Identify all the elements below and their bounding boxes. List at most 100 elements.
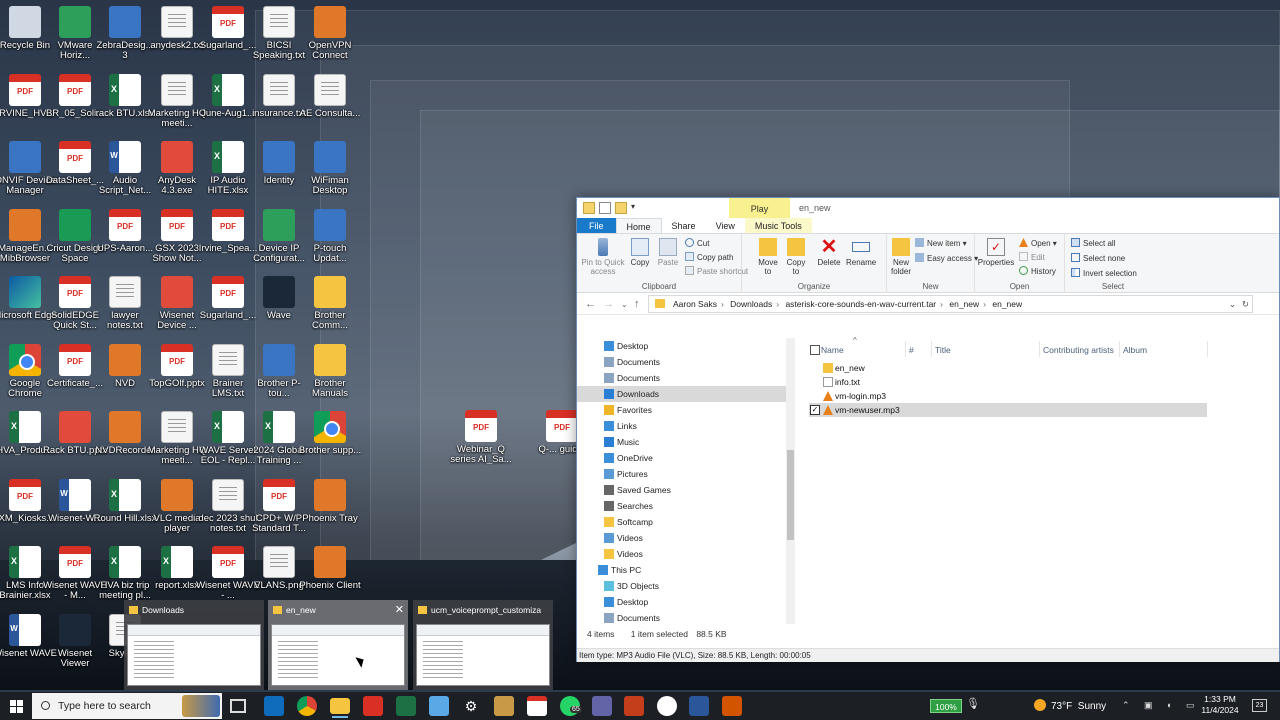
nav-item[interactable]: Saved Games bbox=[577, 482, 794, 498]
refresh-icon[interactable]: ↻ bbox=[1242, 296, 1249, 312]
powerpoint-icon[interactable] bbox=[624, 696, 644, 716]
new-folder-button[interactable]: New folder bbox=[889, 238, 913, 276]
nav-item[interactable]: OneDrive bbox=[577, 450, 794, 466]
photos-icon[interactable] bbox=[494, 696, 514, 716]
file-row[interactable]: vm-login.mp3 bbox=[809, 389, 1207, 403]
open-button[interactable]: Open ▾ bbox=[1019, 238, 1057, 249]
column-divider[interactable] bbox=[1119, 341, 1120, 357]
edit-button[interactable]: Edit bbox=[1019, 252, 1045, 263]
close-icon[interactable]: ✕ bbox=[395, 603, 404, 616]
copy-button[interactable]: Copy bbox=[627, 238, 653, 267]
new-folder-icon[interactable] bbox=[615, 202, 627, 214]
column-contributing-artists[interactable]: Contributing artists bbox=[1043, 345, 1114, 355]
file-explorer-window[interactable]: ▾ Play en_new File Home Share View Music… bbox=[576, 197, 1280, 662]
nav-item[interactable]: Searches bbox=[577, 498, 794, 514]
easy-access-button[interactable]: Easy access ▾ bbox=[915, 253, 978, 264]
move-to-button[interactable]: Move to bbox=[756, 238, 780, 276]
desktop-icon[interactable]: WiFiman Desktop bbox=[298, 139, 362, 205]
pin-quick-access-button[interactable]: Pin to Quick access bbox=[581, 238, 625, 276]
file-list-pane[interactable]: Name ^ # Title Contributing artists Albu… bbox=[797, 336, 1279, 624]
rename-button[interactable]: Rename bbox=[846, 238, 876, 267]
keyboard-icon[interactable]: ▭ bbox=[1186, 700, 1195, 711]
paste-shortcut-button[interactable]: Paste shortcut bbox=[685, 266, 748, 277]
history-button[interactable]: History bbox=[1019, 266, 1056, 277]
select-all-checkbox[interactable] bbox=[810, 345, 820, 355]
desktop-icon[interactable]: AE Consulta... bbox=[298, 72, 362, 138]
thumbnail-en-new[interactable]: en_new ✕ bbox=[268, 600, 408, 690]
breadcrumb-item[interactable]: en_new bbox=[949, 299, 979, 309]
navigation-pane[interactable]: ^ DesktopDocumentsDocumentsDownloadsFavo… bbox=[577, 338, 795, 624]
pdf-icon[interactable] bbox=[527, 696, 547, 716]
select-none-button[interactable]: Select none bbox=[1071, 253, 1125, 264]
start-button[interactable] bbox=[0, 692, 32, 720]
recent-dropdown-icon[interactable]: ⌄ bbox=[621, 300, 628, 309]
chrome-icon[interactable] bbox=[297, 696, 317, 716]
column-divider[interactable] bbox=[905, 341, 906, 357]
column-number[interactable]: # bbox=[909, 345, 914, 355]
teams-icon[interactable] bbox=[592, 696, 612, 716]
select-all-button[interactable]: Select all bbox=[1071, 238, 1115, 249]
column-divider[interactable] bbox=[1039, 341, 1040, 357]
desktop-icon[interactable]: OpenVPN Connect bbox=[298, 4, 362, 70]
tab-share[interactable]: Share bbox=[662, 218, 706, 233]
thumbnail-downloads[interactable]: Downloads bbox=[124, 600, 264, 690]
desktop-icon[interactable]: Brother supp... bbox=[298, 409, 362, 475]
task-view-icon[interactable] bbox=[230, 699, 246, 713]
row-checkbox[interactable]: ✓ bbox=[810, 405, 820, 415]
network-icon[interactable]: ▣ bbox=[1144, 700, 1153, 711]
column-divider[interactable] bbox=[1207, 341, 1208, 357]
notification-center-icon[interactable]: 23 bbox=[1252, 699, 1267, 712]
nav-item[interactable]: Videos bbox=[577, 546, 794, 562]
column-divider[interactable] bbox=[931, 341, 932, 357]
copy-path-button[interactable]: Copy path bbox=[685, 252, 733, 263]
nav-item[interactable]: Desktop bbox=[577, 338, 794, 354]
taskbar-search[interactable]: Type here to search bbox=[32, 693, 222, 719]
tab-view[interactable]: View bbox=[706, 218, 745, 233]
tab-home[interactable]: Home bbox=[615, 218, 662, 233]
breadcrumb-item[interactable]: Downloads bbox=[730, 299, 772, 309]
file-row[interactable]: en_new bbox=[809, 361, 1207, 375]
nav-item[interactable]: Documents bbox=[577, 610, 794, 624]
whatsapp-icon[interactable]: 65 bbox=[560, 696, 582, 716]
play-context-tab[interactable]: Play bbox=[729, 198, 790, 218]
file-explorer-icon[interactable] bbox=[330, 698, 350, 718]
nav-item[interactable]: Documents bbox=[577, 354, 794, 370]
breadcrumb-item[interactable]: en_new bbox=[992, 299, 1022, 309]
desktop-icon[interactable]: Brother Manuals bbox=[298, 342, 362, 408]
nav-item[interactable]: Softcamp bbox=[577, 514, 794, 530]
excel-icon[interactable] bbox=[396, 696, 416, 716]
nav-item[interactable]: Pictures bbox=[577, 466, 794, 482]
anydesk-icon[interactable] bbox=[363, 696, 383, 716]
speaker-icon[interactable]: ◖ bbox=[1166, 700, 1171, 710]
column-album[interactable]: Album bbox=[1123, 345, 1147, 355]
file-row[interactable]: ✓ vm-newuser.mp3 bbox=[809, 403, 1207, 417]
breadcrumb-item[interactable]: asterisk-core-sounds-en-wav-current.tar bbox=[785, 299, 936, 309]
properties-icon[interactable] bbox=[599, 202, 611, 214]
new-item-button[interactable]: New item ▾ bbox=[915, 238, 967, 249]
outlook-icon[interactable] bbox=[264, 696, 284, 716]
desktop-icon[interactable]: Webinar_Q series AI_Sa... bbox=[449, 408, 513, 474]
back-arrow-icon[interactable]: ← bbox=[585, 298, 596, 310]
breadcrumb[interactable]: Aaron Saks › Downloads › asterisk-core-sou… bbox=[648, 295, 1253, 313]
nav-item[interactable]: Documents bbox=[577, 370, 794, 386]
file-row[interactable]: info.txt bbox=[809, 375, 1207, 389]
word-icon[interactable] bbox=[689, 696, 709, 716]
thumbnail-ucm-voiceprompt[interactable]: ucm_voiceprompt_customizati... bbox=[413, 600, 553, 690]
qat-dropdown-icon[interactable]: ▾ bbox=[631, 202, 635, 214]
column-name[interactable]: Name bbox=[821, 345, 844, 355]
battery-indicator[interactable]: 100% bbox=[930, 699, 962, 713]
column-title[interactable]: Title bbox=[935, 345, 951, 355]
delete-button[interactable]: ✕ Delete bbox=[816, 237, 842, 267]
desktop-icon[interactable]: Brother Comm... bbox=[298, 274, 362, 340]
nav-item[interactable]: 3D Objects bbox=[577, 578, 794, 594]
breadcrumb-item[interactable]: Aaron Saks bbox=[673, 299, 717, 309]
weather-widget[interactable]: 73°F Sunny bbox=[1034, 699, 1106, 712]
tab-file[interactable]: File bbox=[577, 218, 616, 233]
scrollbar-thumb[interactable] bbox=[787, 450, 794, 540]
invert-selection-button[interactable]: Invert selection bbox=[1071, 268, 1137, 279]
address-dropdown-icon[interactable]: ⌄ bbox=[1229, 296, 1236, 312]
up-arrow-icon[interactable]: ↑ bbox=[634, 298, 640, 310]
app-icon[interactable] bbox=[657, 696, 677, 716]
wisenet-icon[interactable] bbox=[722, 696, 742, 716]
paste-button[interactable]: Paste bbox=[655, 238, 681, 267]
